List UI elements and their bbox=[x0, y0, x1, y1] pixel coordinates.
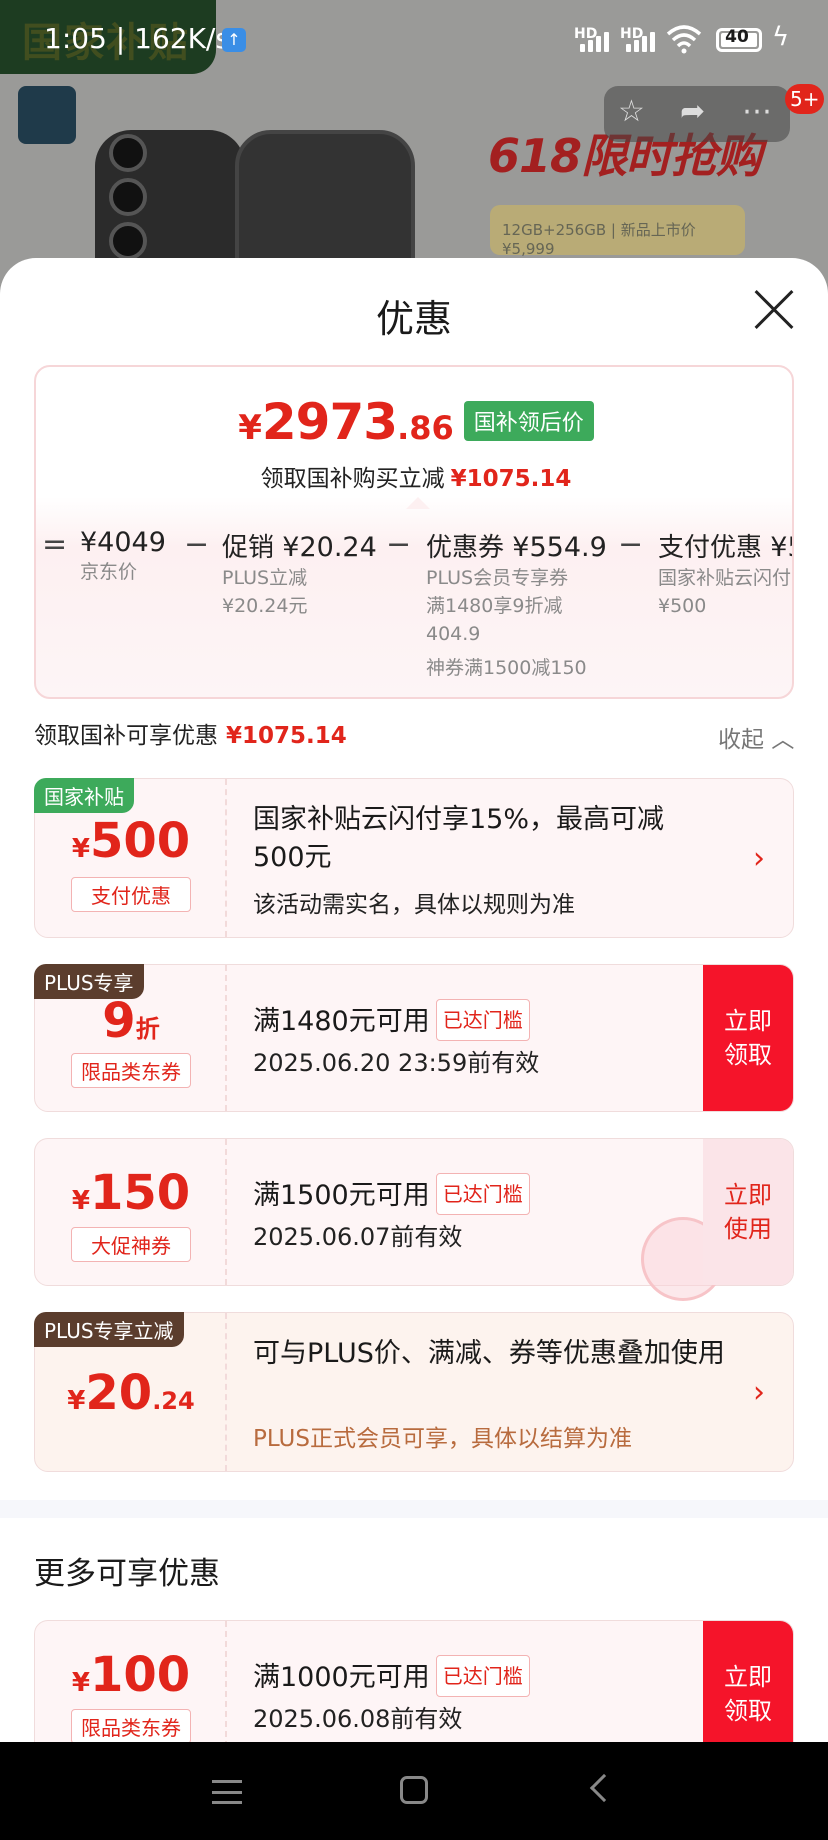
coupon-type-chip: 大促神券 bbox=[71, 1227, 191, 1262]
message-badge: 5+ bbox=[785, 84, 825, 114]
coupon-promo: ¥150 大促神券 满1500元可用 已达门槛 2025.06.07前有效 立即使… bbox=[34, 1138, 794, 1301]
coupon-amount: ¥150 bbox=[71, 1165, 191, 1221]
final-price: ¥2973.86 bbox=[238, 393, 454, 451]
upload-icon: ↑ bbox=[222, 28, 246, 52]
breakdown-coupon: 优惠券 ¥554.9 PLUS会员专享券 满1480享9折减 404.9 神券满… bbox=[426, 532, 607, 679]
charging-icon: ϟ bbox=[772, 22, 790, 52]
subsidy-section-header: 领取国补可享优惠 ¥1075.14 bbox=[34, 723, 347, 749]
coupon-type-chip: 限品类东券 bbox=[71, 1709, 191, 1742]
coupon-tag: PLUS专享立减 bbox=[34, 1312, 184, 1347]
menu-icon[interactable] bbox=[212, 1780, 242, 1804]
claim-button[interactable]: 立即领取 bbox=[703, 1621, 793, 1742]
battery-level: 40 bbox=[725, 27, 749, 47]
coupon-plus-reduce[interactable]: PLUS专享立减 ¥20.24 可与PLUS价、满减、券等优惠叠加使用 PLUS… bbox=[34, 1312, 794, 1472]
collapse-button[interactable]: 收起 ︿ bbox=[718, 720, 794, 754]
coupon-amount: ¥500 bbox=[71, 813, 191, 869]
signal-icon-2 bbox=[626, 28, 655, 52]
more-offers-title: 更多可享优惠 bbox=[34, 1556, 220, 1592]
coupon-desc: PLUS正式会员可享，具体以结算为准 bbox=[253, 1426, 632, 1452]
threshold-reached-badge: 已达门槛 bbox=[435, 999, 530, 1041]
top-action-bar: ☆ ➦ ⋯ bbox=[604, 86, 790, 142]
coupon-plus-discount: PLUS专享 9折 限品类东券 满1480元可用 已达门槛 2025.06.20 … bbox=[34, 964, 794, 1112]
star-icon[interactable]: ☆ bbox=[618, 94, 645, 129]
threshold-reached-badge: 已达门槛 bbox=[435, 1173, 530, 1215]
coupon-amount: ¥100 bbox=[71, 1647, 191, 1703]
use-button[interactable]: 立即使用 bbox=[703, 1139, 793, 1285]
breakdown-jd-price: ¥4049 京东价 bbox=[80, 527, 166, 583]
threshold-reached-badge: 已达门槛 bbox=[435, 1655, 530, 1697]
more-icon[interactable]: ⋯ bbox=[742, 94, 772, 129]
chevron-up-icon: ︿ bbox=[771, 727, 795, 753]
chevron-right-icon: › bbox=[753, 841, 765, 876]
sheet-title: 优惠 bbox=[375, 297, 452, 341]
coupon-expiry: 2025.06.08前有效 bbox=[253, 1705, 463, 1733]
wifi-icon bbox=[666, 25, 702, 54]
back-button[interactable] bbox=[18, 86, 76, 144]
coupon-title: 满1500元可用 已达门槛 bbox=[253, 1173, 530, 1215]
reduce-row: 领取国补购买立减 ¥1075.14 bbox=[260, 466, 572, 492]
coupon-title: 国家补贴云闪付享15%，最高可减500元 bbox=[253, 804, 665, 873]
coupon-amount: 9折 bbox=[102, 993, 160, 1049]
coupon-type-chip: 限品类东券 bbox=[71, 1053, 191, 1088]
minus-sign: − bbox=[386, 527, 412, 562]
back-icon[interactable] bbox=[589, 1773, 619, 1803]
claim-button[interactable]: 立即领取 bbox=[703, 965, 793, 1111]
minus-sign: − bbox=[618, 527, 644, 562]
coupon-desc: 该活动需实名，具体以规则为准 bbox=[253, 892, 575, 918]
close-icon[interactable] bbox=[752, 288, 796, 332]
coupon-more: ¥100 限品类东券 满1000元可用 已达门槛 2025.06.08前有效 立即… bbox=[34, 1620, 794, 1742]
pointer-triangle bbox=[406, 497, 430, 509]
price-breakdown[interactable]: = ¥4049 京东价 − 促销 ¥20.24 PLUS立减 ¥20.24元 −… bbox=[36, 527, 792, 697]
coupon-title: 满1000元可用 已达门槛 bbox=[253, 1655, 530, 1697]
discount-sheet: 优惠 ¥2973.86 国补领后价 领取国补购买立减 ¥1075.14 = ¥40… bbox=[0, 258, 828, 1742]
coupon-expiry: 2025.06.20 23:59前有效 bbox=[253, 1049, 540, 1077]
coupon-type-chip: 支付优惠 bbox=[71, 877, 191, 912]
breakdown-promo: 促销 ¥20.24 PLUS立减 ¥20.24元 bbox=[222, 532, 377, 617]
coupon-title: 可与PLUS价、满减、券等优惠叠加使用 bbox=[253, 1338, 725, 1369]
signal-icon bbox=[580, 28, 609, 52]
coupon-expiry: 2025.06.07前有效 bbox=[253, 1223, 463, 1251]
system-nav-bar bbox=[0, 1742, 828, 1840]
price-tag: 国补领后价 bbox=[463, 401, 594, 441]
home-icon[interactable] bbox=[400, 1776, 428, 1804]
breakdown-payment: 支付优惠 ¥5 国家补贴云闪付 ¥500 bbox=[658, 532, 792, 617]
chevron-right-icon: › bbox=[753, 1375, 765, 1410]
coupon-tag: 国家补贴 bbox=[34, 778, 134, 813]
coupon-title: 满1480元可用 已达门槛 bbox=[253, 999, 530, 1041]
equals-sign: = bbox=[42, 527, 68, 562]
spec-text: 12GB+256GB | 新品上市价¥5,999 bbox=[490, 205, 745, 258]
section-divider bbox=[0, 1500, 828, 1518]
coupon-amount: ¥20.24 bbox=[67, 1365, 195, 1421]
final-price-row: ¥2973.86 国补领后价 bbox=[36, 393, 792, 451]
minus-sign: − bbox=[184, 527, 210, 562]
status-bar: 1:05 | 162K/s ↑ HD HD 40 ϟ bbox=[0, 0, 828, 80]
price-summary-card: ¥2973.86 国补领后价 领取国补购买立减 ¥1075.14 = ¥4049 … bbox=[34, 365, 794, 699]
status-time: 1:05 | 162K/s bbox=[44, 22, 230, 55]
coupon-national-subsidy[interactable]: 国家补贴 ¥500 支付优惠 国家补贴云闪付享15%，最高可减500元 该活动需… bbox=[34, 778, 794, 938]
share-icon[interactable]: ➦ bbox=[680, 94, 705, 129]
